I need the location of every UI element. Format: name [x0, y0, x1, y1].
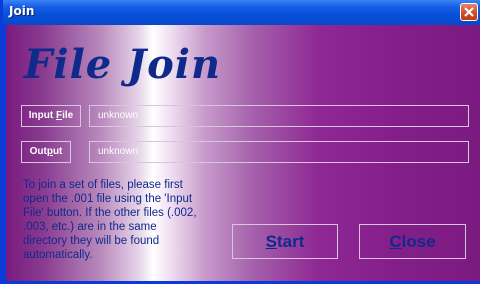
input-file-button[interactable]: Input File — [21, 105, 81, 127]
close-icon — [464, 7, 474, 17]
input-file-field[interactable]: unknown — [89, 105, 469, 127]
join-window: Join File Join Input File unknown Output… — [0, 0, 480, 284]
start-button-label: tart — [276, 232, 305, 251]
output-field[interactable]: unknown — [89, 141, 469, 163]
window-close-button[interactable] — [460, 3, 478, 21]
close-button-mnemonic: C — [389, 232, 402, 251]
close-button[interactable]: Close — [359, 224, 466, 259]
instructions-line: .003, etc.) are in the same — [23, 221, 157, 233]
start-button[interactable]: Start — [232, 224, 338, 259]
input-file-label-suffix: ile — [62, 110, 74, 121]
instructions-line: File' button. If the other files (.002, — [23, 207, 197, 219]
instructions-line: directory they will be found — [23, 235, 160, 247]
output-button[interactable]: Output — [21, 141, 71, 163]
dialog-client-area: File Join Input File unknown Output unkn… — [6, 25, 480, 281]
instructions-text: To join a set of files, please first ope… — [23, 178, 237, 262]
title-bar[interactable]: Join — [3, 0, 480, 25]
instructions-line: open the .001 file using the 'Input — [23, 193, 193, 205]
output-label-suffix: ut — [52, 146, 63, 157]
window-title: Join — [9, 4, 35, 18]
app-heading: File Join — [24, 41, 222, 88]
output-label-prefix: Out — [29, 146, 47, 157]
instructions-line: To join a set of files, please first — [23, 179, 183, 191]
start-button-mnemonic: S — [265, 232, 277, 251]
input-file-label-prefix: Input — [28, 110, 56, 121]
instructions-line: automatically. — [23, 249, 93, 261]
close-button-label: lose — [401, 232, 436, 251]
